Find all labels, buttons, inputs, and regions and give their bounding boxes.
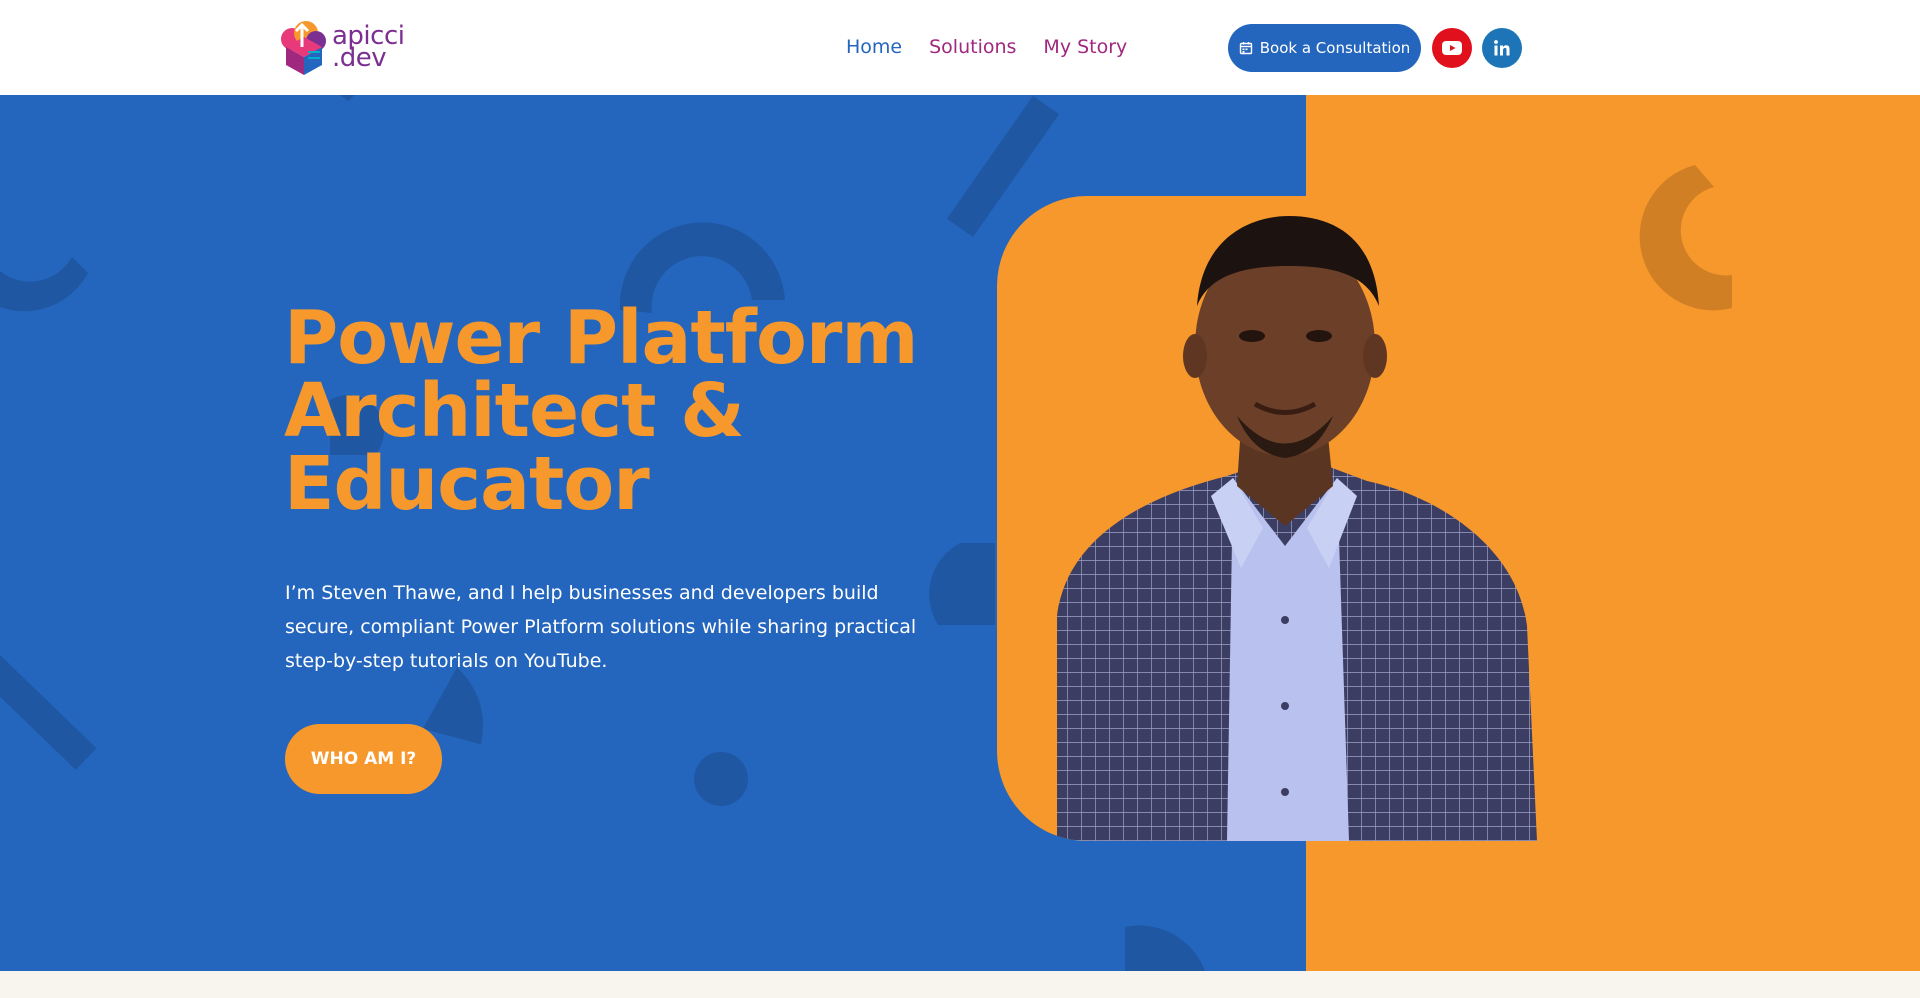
site-header: apicci .dev Home Solutions My Story Book… xyxy=(0,0,1920,95)
next-section-strip xyxy=(0,971,1920,998)
logo-mark-icon xyxy=(278,17,330,77)
hero-title-line-1: Power Platform xyxy=(284,295,918,381)
site-logo[interactable]: apicci .dev xyxy=(278,16,408,78)
profile-photo-card xyxy=(997,196,1573,841)
youtube-icon xyxy=(1442,41,1462,55)
nav-solutions[interactable]: Solutions xyxy=(929,36,1016,58)
profile-photo xyxy=(1057,216,1537,841)
calendar-icon xyxy=(1239,42,1252,55)
nav-home[interactable]: Home xyxy=(846,36,902,58)
hero-title-line-3: Educator xyxy=(284,441,650,527)
youtube-link[interactable] xyxy=(1432,28,1472,68)
hero-title-line-2: Architect & xyxy=(284,368,745,454)
book-consultation-label: Book a Consultation xyxy=(1259,39,1411,57)
hero-description: I’m Steven Thawe, and I help businesses … xyxy=(285,582,917,672)
hero-title: Power Platform Architect & Educator xyxy=(284,295,964,527)
book-consultation-button[interactable]: Book a Consultation xyxy=(1228,24,1421,72)
linkedin-link[interactable] xyxy=(1482,28,1522,68)
main-nav: Home Solutions My Story xyxy=(846,36,1127,58)
linkedin-icon xyxy=(1494,40,1510,56)
who-am-i-button[interactable]: WHO AM I? xyxy=(285,724,442,794)
nav-my-story[interactable]: My Story xyxy=(1043,36,1127,58)
